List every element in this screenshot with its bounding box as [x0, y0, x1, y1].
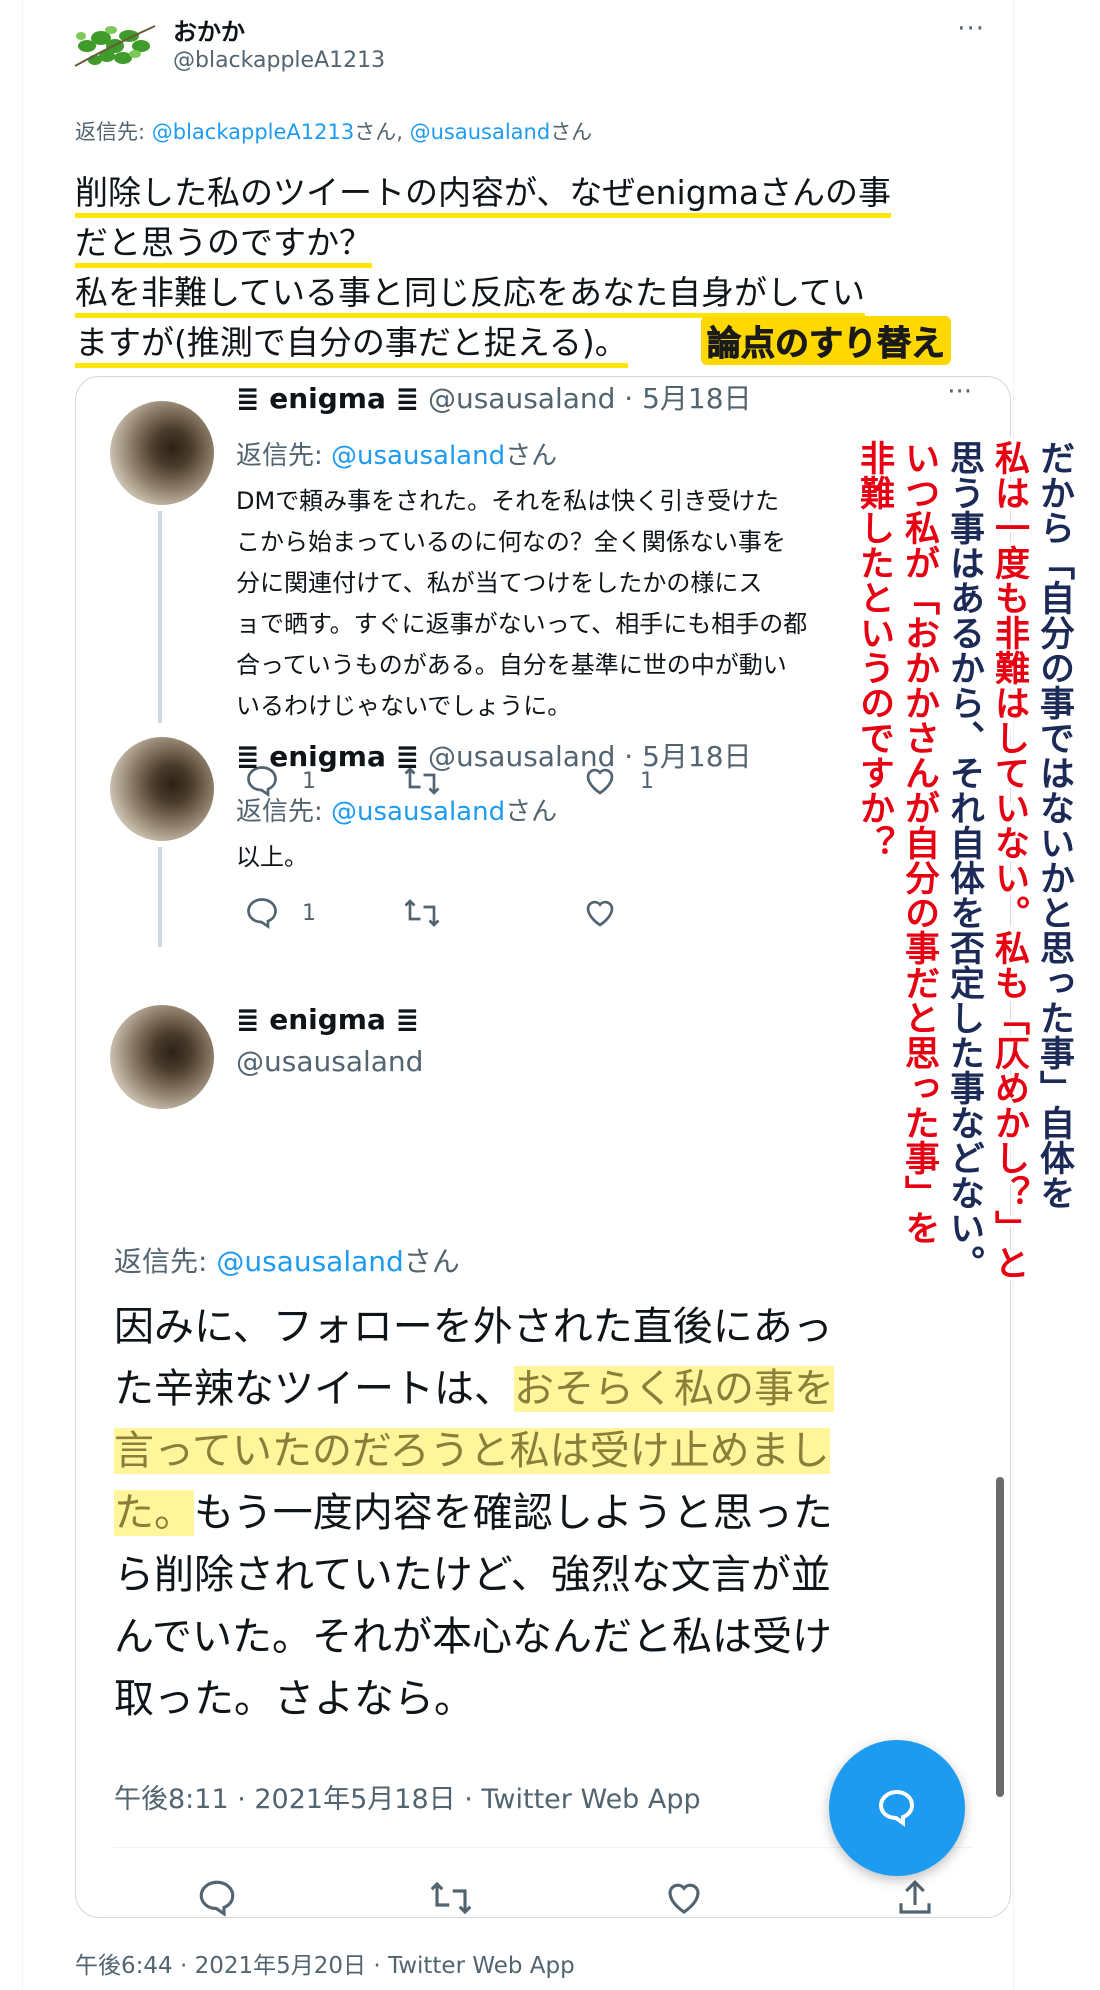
share-icon[interactable]	[894, 1877, 936, 1918]
avatar[interactable]	[110, 401, 214, 505]
text-segment: た辛辣なツイートは、	[114, 1366, 514, 1412]
more-icon[interactable]: ···	[947, 377, 972, 407]
tweet-line: 私を非難している事と同じ反応をあなた自身がしてい	[75, 273, 866, 318]
reply-button[interactable]: 1	[244, 895, 316, 931]
overlay-comment-col2: 私は一度も非難はしていない。私も「仄めかし？」と	[986, 437, 1033, 1284]
reply-to-prefix: 返信先:	[236, 797, 332, 827]
overlay-comment-col4: いつ私が「おかかさんが自分の事だと思った事」を	[896, 437, 943, 1249]
mention-link[interactable]: @usausaland	[331, 441, 505, 471]
quoted-author-name: ≣ enigma ≣	[236, 382, 420, 415]
quoted-tweet-text: DMで頼み事をされた。それを私は快く引き受けた こから始まっているのに何なの？全…	[236, 481, 807, 727]
thread-connector	[158, 847, 162, 947]
text-line: こから始まっているのに何なの？全く関係ない事を	[236, 528, 786, 556]
reply-count: 1	[302, 900, 316, 926]
avatar[interactable]	[71, 16, 157, 78]
mention-link[interactable]: @usausaland	[331, 797, 505, 827]
reply-to-suffix: さん	[505, 441, 558, 471]
tweet-timestamp[interactable]: 午後6:44 · 2021年5月20日 · Twitter Web App	[75, 1946, 575, 1980]
overlay-comment-col1: だから「自分の事ではないかと思った事」自体を	[1031, 437, 1078, 1214]
text-line: 言っていたのだろうと私は受け止めまし	[114, 1420, 834, 1482]
retweet-icon[interactable]	[427, 1877, 475, 1918]
avatar[interactable]	[110, 1005, 214, 1109]
tweet-timestamp[interactable]: 午後8:11 · 2021年5月18日 · Twitter Web App	[114, 1777, 701, 1816]
like-icon[interactable]	[663, 1877, 705, 1918]
reply-to-suffix: さん	[505, 797, 558, 827]
quoted-author-handle[interactable]: @usausaland	[236, 1045, 423, 1078]
compose-icon	[878, 1789, 915, 1827]
text-line: 取った。さよなら。	[114, 1676, 474, 1722]
reply-to-prefix: 返信先:	[75, 120, 152, 144]
tweet-actions	[196, 1877, 936, 1918]
thread-connector	[158, 511, 162, 723]
tweet-line: ますが(推測で自分の事だと捉える)。	[75, 323, 628, 368]
retweet-button[interactable]	[402, 895, 464, 931]
avatar[interactable]	[110, 737, 214, 841]
text-segment: もう一度内容を確認しようと思った	[194, 1490, 833, 1536]
reply-to: 返信先: @usausalandさん	[236, 435, 557, 472]
author-handle[interactable]: @blackappleA1213	[173, 48, 385, 73]
highlighted-text: た。	[114, 1490, 194, 1536]
reply-to-suffix: さん	[550, 120, 593, 144]
reply-to: 返信先: @usausalandさん	[236, 791, 557, 828]
quoted-handle-date: @usausaland · 5月18日	[419, 740, 752, 773]
reply-to: 返信先: @blackappleA1213さん, @usausalandさん	[75, 116, 592, 146]
overlay-comment-col5: 非難したというのですか？	[851, 437, 898, 864]
highlighted-text: おそらく私の事を	[514, 1366, 834, 1412]
more-icon[interactable]: ···	[957, 14, 985, 44]
reply-to-suffix: さん	[403, 1245, 460, 1278]
text-line: んでいた。それが本心なんだと私は受け	[114, 1614, 832, 1660]
scrollbar[interactable]	[996, 1477, 1004, 1797]
tweet-line: だと思うのですか？	[75, 223, 372, 268]
text-line: 分に関連付けて、私が当てつけをしたかの様にス	[236, 569, 763, 597]
tweet-line: 削除した私のツイートの内容が、なぜenigmaさんの事	[75, 173, 892, 218]
text-line: 合っていうものがある。自分を基準に世の中が動い	[236, 651, 787, 679]
focused-tweet-text: 因みに、フォローを外された直後にあっ た辛辣なツイートは、おそらく私の事を 言っ…	[114, 1296, 834, 1730]
mention-link[interactable]: @blackappleA1213	[152, 120, 354, 144]
tweet-actions: 1	[244, 895, 726, 931]
reply-to: 返信先: @usausalandさん	[114, 1240, 460, 1280]
text-line: ョで晒す。すぐに返事がないって、相手にも相手の都	[236, 610, 808, 638]
reply-to-prefix: 返信先:	[236, 441, 332, 471]
compose-button[interactable]	[829, 1740, 965, 1876]
reply-icon	[247, 898, 277, 930]
quoted-author-name: ≣ enigma ≣	[236, 740, 420, 773]
retweet-icon	[404, 899, 440, 927]
mention-link[interactable]: @usausaland	[216, 1245, 403, 1278]
text-line: 因みに、フォローを外された直後にあっ	[114, 1304, 833, 1350]
like-icon	[586, 900, 614, 927]
text-line: ら削除されていたけど、強烈な文言が並	[114, 1552, 831, 1598]
tweet-card: おかか @blackappleA1213 ··· 返信先: @blackappl…	[22, 0, 1014, 1990]
reply-icon[interactable]	[196, 1877, 238, 1918]
quoted-tweet-text: 以上。	[236, 843, 308, 871]
text-line: いるわけじゃないでしょうに。	[236, 692, 572, 720]
overlay-comment-col3: 思う事はあるから、それ自体を否定した事などない。	[941, 437, 988, 1284]
mention-link[interactable]: @usausaland	[410, 120, 551, 144]
author-name[interactable]: おかか	[173, 12, 245, 47]
text-line: た辛辣なツイートは、おそらく私の事を	[114, 1358, 834, 1420]
annotation-label: 論点のすり替え	[701, 316, 951, 365]
text-line: DMで頼み事をされた。それを私は快く引き受けた	[236, 487, 780, 515]
quoted-author-name[interactable]: ≣ enigma ≣	[236, 1003, 419, 1036]
reply-to-suffix: さん,	[354, 120, 410, 144]
highlighted-text: 言っていたのだろうと私は受け止めまし	[114, 1428, 830, 1474]
quoted-author[interactable]: ≣ enigma ≣ @usausaland · 5月18日	[236, 735, 752, 775]
quoted-handle-date: @usausaland · 5月18日	[419, 382, 752, 415]
quoted-author[interactable]: ≣ enigma ≣ @usausaland · 5月18日	[236, 377, 752, 417]
reply-to-prefix: 返信先:	[114, 1245, 217, 1278]
text-line: た。もう一度内容を確認しようと思った	[114, 1482, 834, 1544]
like-button[interactable]	[582, 895, 640, 931]
